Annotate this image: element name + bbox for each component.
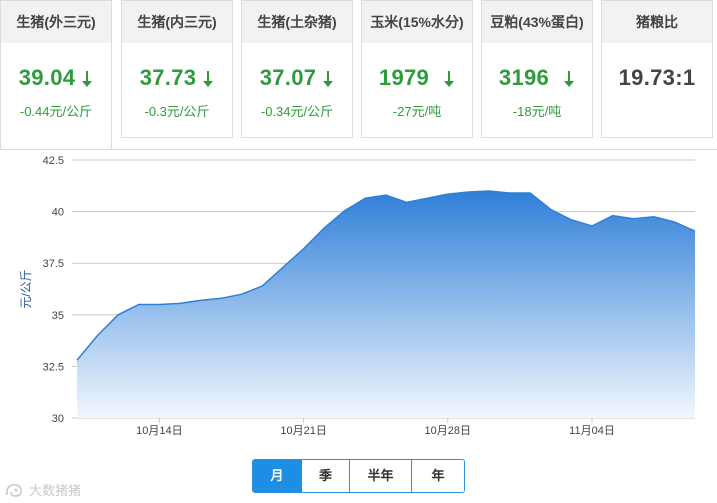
watermark: 大数猪猪 (4, 480, 81, 499)
x-tick-label: 10月28日 (425, 425, 471, 437)
price-chart: 30 32.5 35 37.5 40 42.5 10月14日 10月21日 10月28日 11月… (19, 155, 696, 437)
watermark-text: 大数猪猪 (29, 483, 82, 498)
y-tick-label: 32.5 (43, 361, 64, 373)
y-tick-label: 37.5 (43, 258, 64, 270)
tab-year[interactable]: 年 (411, 460, 464, 492)
y-axis-label: 元/公斤 (19, 269, 33, 308)
tab-quarter[interactable]: 季 (301, 460, 349, 492)
watermark-logo-icon (4, 481, 26, 499)
period-tabs: 月 季 半年 年 (252, 459, 465, 493)
x-tick-label: 11月04日 (569, 425, 615, 437)
y-tick-label: 42.5 (43, 155, 64, 167)
x-tick-label: 10月21日 (280, 425, 326, 437)
x-tick-label: 10月14日 (136, 425, 182, 437)
y-tick-label: 30 (52, 413, 64, 425)
tab-half-year[interactable]: 半年 (349, 460, 411, 492)
y-tick-label: 40 (52, 207, 64, 219)
tab-month[interactable]: 月 (253, 460, 301, 492)
y-tick-label: 35 (52, 310, 64, 322)
